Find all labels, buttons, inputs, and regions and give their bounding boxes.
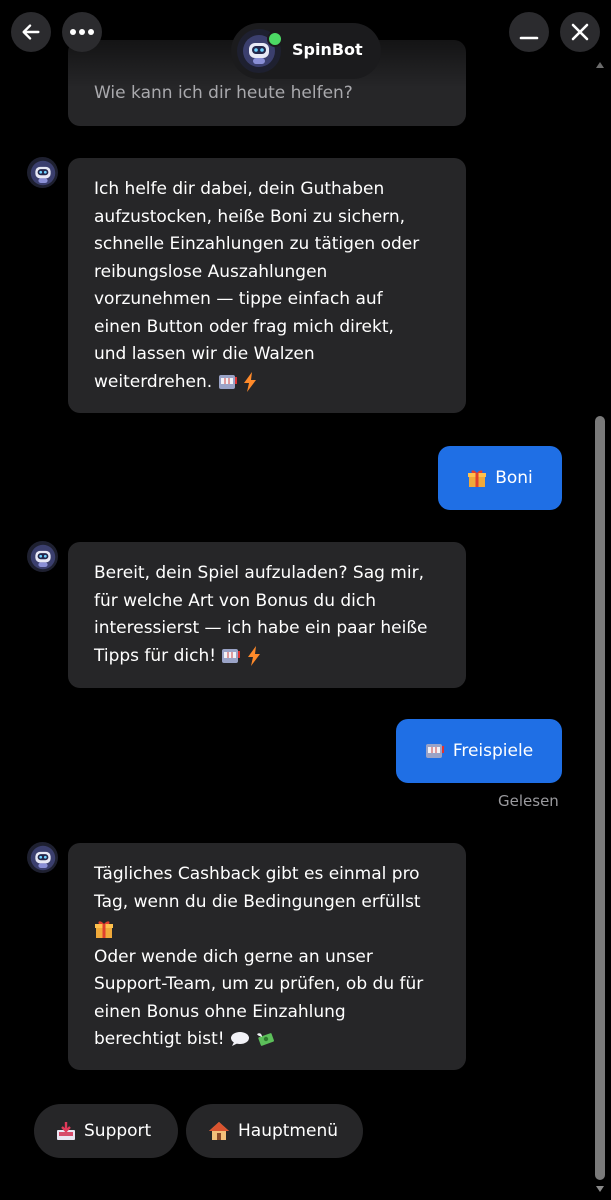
minimize-button[interactable]: [509, 12, 549, 52]
slot-machine-icon: [425, 744, 444, 758]
user-message-text: Freispiele: [452, 741, 534, 761]
message-line: für welche Art von Bonus du dich: [94, 590, 377, 611]
arrow-left-icon: [22, 24, 40, 40]
lightning-icon: [244, 371, 256, 392]
message-line-with-emoji: berechtigt bist!: [94, 1026, 442, 1054]
close-icon: [571, 23, 589, 41]
speech-bubble-icon: [230, 1032, 249, 1046]
bot-identity-pill: SpinBot: [231, 23, 381, 79]
bot-message-bubble: Bereit, dein Spiel aufzuladen? Sag mir, …: [68, 542, 466, 688]
bot-avatar: [27, 842, 58, 873]
message-line: und lassen wir die Walzen: [94, 344, 315, 364]
message-line: weiterdrehen.: [94, 371, 213, 392]
more-horizontal-icon: [70, 29, 94, 35]
message-line: interessierst — ich habe ein paar heiße: [94, 618, 428, 638]
user-message-bubble: Boni: [438, 446, 562, 510]
user-message-text: Boni: [495, 468, 533, 488]
minimize-icon: [519, 36, 539, 40]
inbox-tray-icon: [57, 1122, 75, 1140]
message-line-with-emoji: [94, 916, 442, 944]
message-line: aufzustocken, heiße Boni zu sichern,: [94, 206, 406, 227]
quick-reply-label: Hauptmenü: [238, 1121, 338, 1141]
message-line: schnelle Einzahlungen zu tätigen oder: [94, 234, 420, 254]
robot-icon: [30, 160, 55, 185]
lightning-icon: [247, 645, 260, 666]
message-line: Tag, wenn du die Bedingungen erfüllst: [94, 891, 421, 912]
chat-window: SpinBot Wie kann ich dir heute helfen? I…: [0, 0, 611, 1200]
bot-avatar: [27, 157, 58, 188]
robot-icon: [30, 845, 55, 870]
message-line: reibungslose Auszahlungen: [94, 261, 328, 282]
chat-header: SpinBot: [0, 0, 611, 79]
message-line: einen Button oder frag mich direkt,: [94, 316, 394, 337]
user-message-bubble: Freispiele: [396, 719, 562, 783]
bot-name: SpinBot: [292, 40, 363, 59]
back-button[interactable]: [11, 12, 51, 52]
slot-machine-icon: [222, 648, 241, 663]
bot-message-bubble: Tägliches Cashback gibt es einmal pro Ta…: [68, 843, 466, 1070]
message-line: Tipps für dich!: [94, 645, 217, 666]
message-line: berechtigt bist!: [94, 1029, 225, 1049]
slot-machine-icon: [218, 374, 237, 389]
support-quick-reply-button[interactable]: Support: [34, 1104, 178, 1158]
message-line-with-emoji: Tipps für dich!: [94, 643, 442, 671]
bot-message-bubble: Ich helfe dir dabei, dein Guthaben aufzu…: [68, 158, 466, 413]
main-menu-quick-reply-button[interactable]: Hauptmenü: [186, 1104, 363, 1158]
message-line-with-emoji: weiterdrehen.: [94, 369, 442, 397]
gift-icon: [468, 470, 487, 487]
bot-avatar: [27, 541, 58, 572]
gift-icon: [95, 921, 113, 938]
message-line: Bereit, dein Spiel aufzuladen? Sag mir,: [94, 563, 424, 583]
robot-icon: [30, 544, 55, 569]
message-line: Tägliches Cashback gibt es einmal pro: [94, 864, 420, 884]
close-button[interactable]: [560, 12, 600, 52]
scrollbar-thumb[interactable]: [595, 416, 605, 1180]
read-receipt: Gelesen: [498, 792, 559, 810]
quick-reply-label: Support: [84, 1121, 152, 1141]
message-line: einen Bonus ohne Einzahlung: [94, 1001, 346, 1022]
message-line: Ich helfe dir dabei, dein Guthaben: [94, 179, 385, 199]
message-line: Oder wende dich gerne an unser: [94, 946, 373, 967]
more-options-button[interactable]: [62, 12, 102, 52]
money-wings-icon: [257, 1033, 275, 1046]
online-status-indicator: [267, 31, 283, 47]
house-icon: [209, 1122, 229, 1140]
scroll-down-arrow-icon[interactable]: [596, 1186, 604, 1192]
message-line: vorzunehmen — tippe einfach auf: [94, 289, 383, 309]
message-line: Support-Team, um zu prüfen, ob du für: [94, 974, 424, 994]
